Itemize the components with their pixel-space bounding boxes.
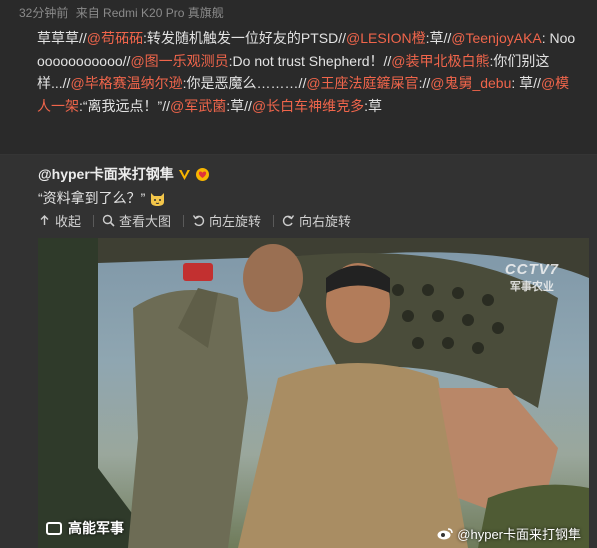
post-meta: 32分钟前 来自 Redmi K20 Pro 真旗舰	[19, 4, 224, 21]
image-watermark: @hyper卡面来打钢隼	[437, 524, 581, 543]
image-toolbar: 收起 查看大图 向左旋转 向右旋转	[38, 211, 351, 230]
mention-link[interactable]: @军武菌	[170, 98, 226, 114]
repost-text-segment: :转发随机触发一位好友的PTSD//	[143, 30, 347, 46]
mention-link[interactable]: @长白车神维克多	[252, 98, 364, 114]
original-text-row: “资料拿到了么？”	[38, 188, 166, 208]
channel-logo-text: CCTV7	[504, 261, 559, 278]
magnifier-icon	[102, 214, 115, 227]
mention-link[interactable]: @装甲北极白熊	[391, 53, 489, 69]
watermark-text: @hyper卡面来打钢隼	[457, 527, 581, 542]
repost-text-segment: :草//	[226, 97, 252, 114]
collapse-label: 收起	[55, 214, 82, 229]
mention-link[interactable]: @毕格赛温纳尔逊	[70, 75, 182, 91]
repost-text-segment: ://	[418, 75, 431, 91]
tv-icon	[46, 521, 62, 535]
rotate-left-button[interactable]: 向左旋转	[192, 211, 282, 230]
collapse-arrow-icon	[40, 215, 49, 225]
fan-badge-icon[interactable]	[195, 167, 210, 181]
mention-link[interactable]: @王座法庭鏟屎官	[306, 75, 418, 91]
channel-name: 军事农业	[509, 281, 554, 293]
view-large-button[interactable]: 查看大图	[102, 211, 192, 230]
mention-link[interactable]: @图一乐观测员	[130, 53, 228, 69]
mention-link[interactable]: @鬼舅_debu	[430, 75, 511, 91]
show-logo-text: 高能军事	[68, 520, 124, 536]
rotate-right-label: 向右旋转	[299, 214, 352, 229]
mention-link[interactable]: @苟砳砳	[87, 30, 143, 46]
post-source: 来自 Redmi K20 Pro 真旗舰	[75, 6, 224, 20]
repost-text-segment: :“离我远点！”//	[79, 97, 170, 114]
repost-text-segment: 草草草//	[37, 30, 87, 46]
cat-emoji-icon	[151, 192, 165, 206]
original-author-link[interactable]: @hyper卡面来打钢隼	[38, 164, 174, 184]
rotate-right-button[interactable]: 向右旋转	[282, 211, 351, 230]
original-text: “资料拿到了么？”	[38, 190, 146, 206]
repost-text-segment: :草//	[425, 30, 452, 46]
view-large-label: 查看大图	[119, 214, 172, 229]
verified-v-icon[interactable]	[178, 168, 191, 181]
collapse-button[interactable]: 收起	[38, 211, 102, 230]
repost-text-segment: :草	[364, 97, 382, 114]
original-post: @hyper卡面来打钢隼 “资料拿到了么？” 收起 查看大图 向左旋转 向右旋转…	[0, 155, 597, 548]
show-logo: 高能军事	[46, 518, 124, 538]
weibo-logo-icon	[437, 528, 454, 540]
separator	[93, 214, 95, 227]
original-header: @hyper卡面来打钢隼	[38, 164, 210, 184]
repost-text-segment: :Do not trust Shepherd！//	[228, 52, 392, 69]
post-time[interactable]: 32分钟前	[19, 6, 68, 20]
post-image[interactable]: CCTV7 军事农业 高能军事 @hyper卡面来打钢隼	[38, 238, 589, 548]
mention-link[interactable]: @LESION橙	[346, 30, 426, 46]
mention-link[interactable]: @TeenjoyAKA	[451, 30, 541, 46]
rotate-left-icon	[192, 215, 205, 227]
repost-text-segment: : 草//	[511, 75, 541, 91]
repost-text-segment: :你是恶魔么………//	[182, 75, 307, 91]
rotate-right-icon	[282, 215, 295, 227]
repost-text: 草草草//@苟砳砳:转发随机触发一位好友的PTSD//@LESION橙:草//@…	[37, 27, 577, 117]
rotate-left-label: 向左旋转	[209, 214, 262, 229]
separator	[273, 214, 275, 227]
separator	[183, 214, 185, 227]
channel-logo: CCTV7 军事农业	[505, 261, 559, 294]
